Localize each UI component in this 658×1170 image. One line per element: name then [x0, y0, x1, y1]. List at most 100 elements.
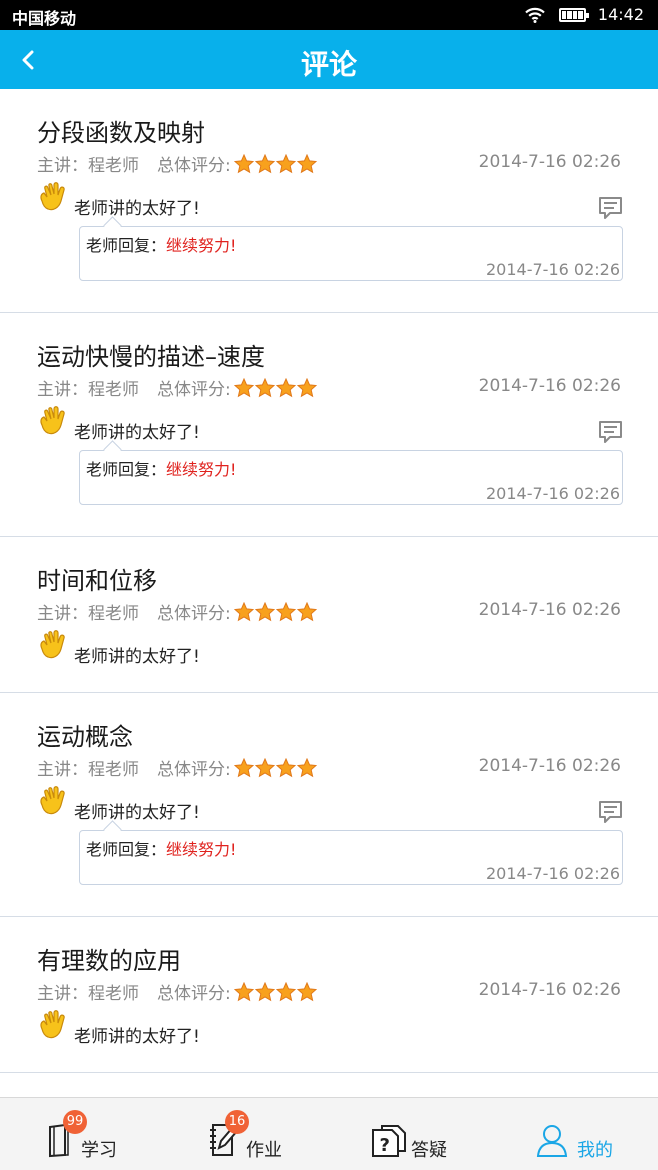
app-bar: 评论 [0, 30, 658, 89]
star-icon [296, 757, 317, 778]
star-icon [275, 981, 296, 1002]
tab-qa[interactable]: ? 答疑 [370, 1098, 480, 1170]
comment-meta: 主讲：程老师 总体评分: [37, 375, 318, 400]
star-icon [233, 153, 254, 174]
reply-text: 继续努力! [166, 236, 237, 255]
rating-label: 总体评分: [157, 984, 231, 1004]
course-title: 有理数的应用 [37, 947, 181, 975]
star-icon [254, 981, 275, 1002]
tab-badge: 99 [63, 1110, 87, 1134]
star-icon [275, 377, 296, 398]
battery-icon [558, 7, 589, 22]
star-rating [233, 153, 318, 174]
reply-message-icon[interactable] [598, 800, 623, 824]
teacher-name: 主讲：程老师 [37, 380, 139, 400]
carrier-name: 中国移动 [12, 9, 77, 28]
comment-text: 老师讲的太好了! [74, 647, 200, 667]
page-title: 评论 [300, 48, 357, 81]
course-title: 运动快慢的描述–速度 [37, 343, 265, 371]
comment-text: 老师讲的太好了! [74, 199, 200, 219]
teacher-reply: 老师回复：继续努力! 2014-7-16 02:26 [79, 226, 623, 281]
comment-item[interactable]: 运动概念主讲：程老师 总体评分: 2014-7-16 02:26 老师讲的太好了! 老师… [0, 693, 658, 917]
star-icon [296, 601, 317, 622]
tab-label: 我的 [577, 1140, 613, 1161]
star-rating [233, 757, 318, 778]
wifi-icon [525, 7, 545, 23]
comment-date: 2014-7-16 02:26 [478, 376, 621, 396]
reply-label: 老师回复： [86, 840, 167, 859]
comment-item[interactable]: 分段函数及映射主讲：程老师 总体评分: 2014-7-16 02:26 老师讲的太好了… [0, 89, 658, 313]
tab-label: 答疑 [411, 1140, 447, 1161]
comment-meta: 主讲：程老师 总体评分: [37, 599, 318, 624]
teacher-name: 主讲：程老师 [37, 604, 139, 624]
star-icon [296, 377, 317, 398]
course-title: 分段函数及映射 [37, 119, 205, 147]
user-icon [536, 1125, 568, 1157]
clapping-hand-icon [38, 629, 70, 661]
comment-text: 老师讲的太好了! [74, 1027, 200, 1047]
bottom-navigation: 99 学习 16 作业 ? 答疑 我的 [0, 1097, 658, 1170]
tab-label: 作业 [246, 1140, 282, 1161]
tab-badge: 16 [225, 1110, 249, 1134]
clapping-hand-icon [38, 785, 70, 817]
comment-date: 2014-7-16 02:26 [478, 756, 621, 776]
comment-date: 2014-7-16 02:26 [478, 152, 621, 172]
comment-meta: 主讲：程老师 总体评分: [37, 979, 318, 1004]
tab-mine[interactable]: 我的 [535, 1098, 645, 1170]
reply-date: 2014-7-16 02:26 [486, 484, 620, 503]
clapping-hand-icon [38, 1009, 70, 1041]
star-icon [275, 153, 296, 174]
comment-text: 老师讲的太好了! [74, 803, 200, 823]
comment-meta: 主讲：程老师 总体评分: [37, 151, 318, 176]
rating-label: 总体评分: [157, 156, 231, 176]
star-icon [254, 601, 275, 622]
comment-meta: 主讲：程老师 总体评分: [37, 755, 318, 780]
teacher-reply: 老师回复：继续努力! 2014-7-16 02:26 [79, 830, 623, 885]
rating-label: 总体评分: [157, 380, 231, 400]
clock: 14:42 [597, 5, 644, 24]
status-bar: 中国移动 14:42 [0, 0, 658, 30]
course-title: 时间和位移 [37, 567, 157, 595]
reply-text: 继续努力! [166, 840, 237, 859]
star-rating [233, 601, 318, 622]
rating-label: 总体评分: [157, 604, 231, 624]
reply-text: 继续努力! [166, 460, 237, 479]
tab-homework[interactable]: 16 作业 [205, 1098, 315, 1170]
svg-text:?: ? [380, 1135, 390, 1156]
star-rating [233, 377, 318, 398]
teacher-name: 主讲：程老师 [37, 984, 139, 1004]
comment-date: 2014-7-16 02:26 [478, 980, 621, 1000]
star-icon [296, 153, 317, 174]
reply-date: 2014-7-16 02:26 [486, 864, 620, 883]
comment-date: 2014-7-16 02:26 [478, 600, 621, 620]
star-icon [275, 757, 296, 778]
star-icon [233, 981, 254, 1002]
teacher-name: 主讲：程老师 [37, 760, 139, 780]
rating-label: 总体评分: [157, 760, 231, 780]
comment-text: 老师讲的太好了! [74, 423, 200, 443]
teacher-name: 主讲：程老师 [37, 156, 139, 176]
reply-message-icon[interactable] [598, 196, 623, 220]
star-icon [275, 601, 296, 622]
reply-message-icon[interactable] [598, 420, 623, 444]
star-icon [254, 377, 275, 398]
tab-label: 学习 [81, 1140, 117, 1161]
comment-item[interactable]: 运动快慢的描述–速度主讲：程老师 总体评分: 2014-7-16 02:26 老师讲的… [0, 313, 658, 537]
tab-study[interactable]: 99 学习 [40, 1098, 150, 1170]
teacher-reply: 老师回复：继续努力! 2014-7-16 02:26 [79, 450, 623, 505]
star-icon [233, 601, 254, 622]
reply-date: 2014-7-16 02:26 [486, 260, 620, 279]
star-rating [233, 981, 318, 1002]
clapping-hand-icon [38, 181, 70, 213]
comment-list[interactable]: 分段函数及映射 主讲：程老师 总体评分: 2014-7-16 02:26 老师讲的太好了… [0, 89, 658, 1097]
star-icon [233, 757, 254, 778]
course-title: 运动概念 [37, 723, 133, 751]
clapping-hand-icon [38, 405, 70, 437]
question-icon: ? [372, 1125, 406, 1157]
comment-item[interactable]: 时间和位移主讲：程老师 总体评分: 2014-7-16 02:26 老师讲的太好了! [0, 537, 658, 693]
comment-item[interactable]: 有理数的应用主讲：程老师 总体评分: 2014-7-16 02:26 老师讲的太好了! [0, 917, 658, 1073]
star-icon [233, 377, 254, 398]
reply-label: 老师回复： [86, 236, 167, 255]
star-icon [254, 757, 275, 778]
star-icon [254, 153, 275, 174]
